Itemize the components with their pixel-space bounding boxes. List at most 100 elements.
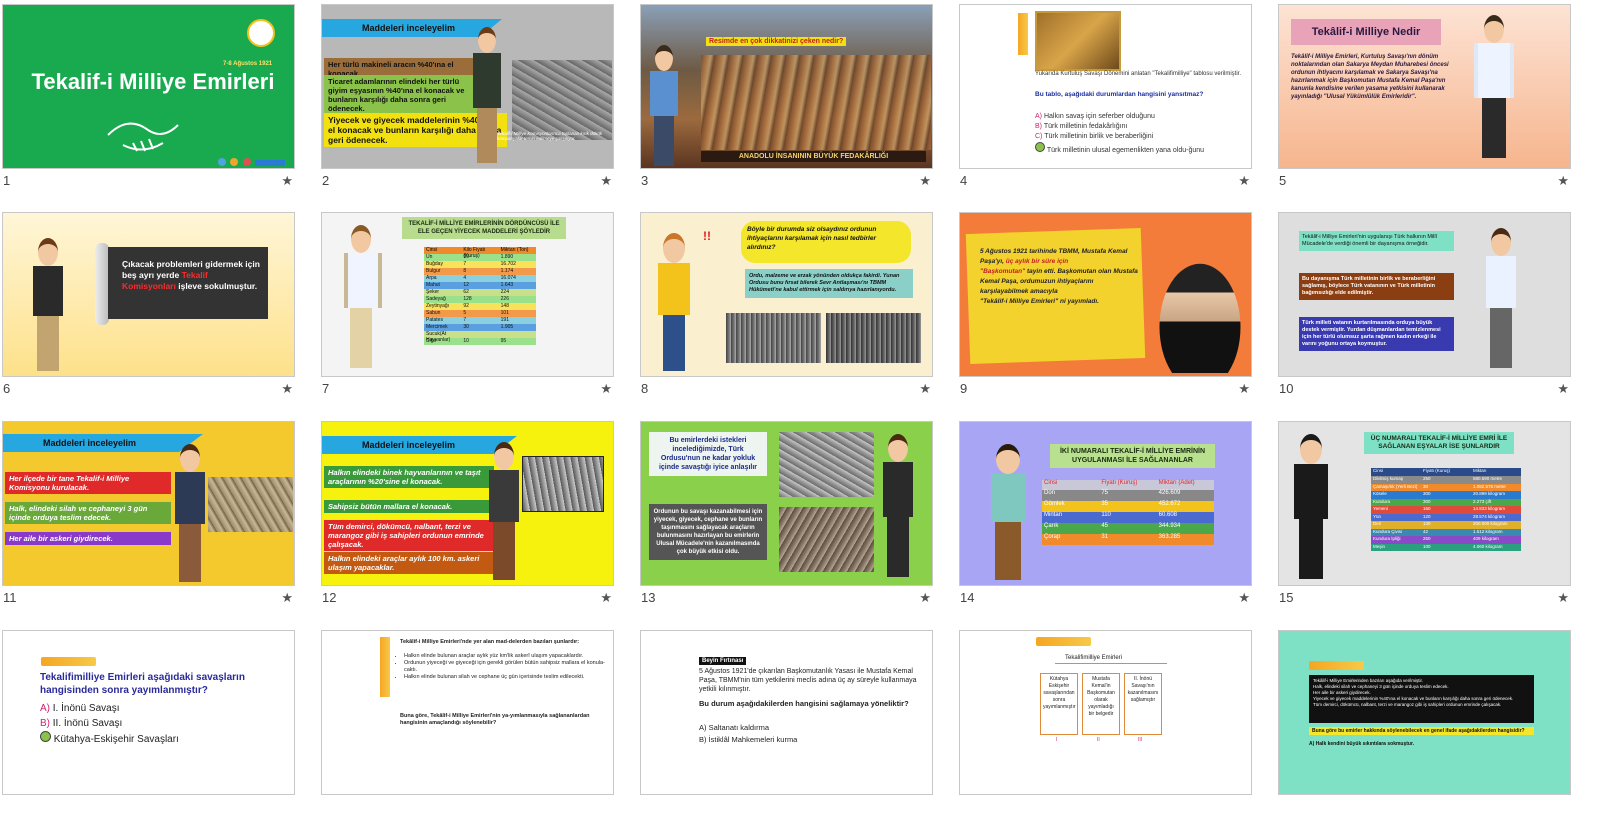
slide-thumbnail-19[interactable]: Tekalifimilliye Emirleri Kütahya Eskişeh… bbox=[959, 630, 1252, 820]
option-a[interactable]: A) Saltanatı kaldırma bbox=[699, 723, 769, 732]
star-icon[interactable]: ★ bbox=[600, 590, 612, 606]
option-c[interactable]: C) Türk milletinin birlik ve beraberliği… bbox=[1035, 132, 1245, 142]
slide-thumbnail-15[interactable]: ÜÇ NUMARALI TEKALİF-İ MİLLİYE EMRİ İLE S… bbox=[1278, 421, 1571, 611]
star-icon[interactable]: ★ bbox=[919, 590, 931, 606]
slide-thumbnail-20[interactable]: Tekâlif-i Milliye Emirlerinden bazıları … bbox=[1278, 630, 1571, 820]
option-d[interactable]: Türk milletinin ulusal egemenlikten yana… bbox=[1035, 142, 1245, 156]
definition-text: Tekâlif-i Milliye Emirleri, Kurtuluş Sav… bbox=[1291, 54, 1449, 100]
slide-canvas[interactable]: Maddeleri inceleyelim Her türlü makineli… bbox=[321, 4, 614, 169]
slide-thumbnail-4[interactable]: Yukarıda Kurtuluş Savaşı Dönemini anlata… bbox=[959, 4, 1252, 194]
rule-line-2: Sahipsiz bütün mallara el konacak. bbox=[324, 500, 494, 513]
slide-thumbnail-3[interactable]: Resimde en çok dikkatinizi çeken nedir? … bbox=[640, 4, 933, 194]
option-c[interactable]: Kütahya-Eskişehir Savaşları bbox=[40, 731, 260, 747]
option-b[interactable]: B) II. İnönü Savaşı bbox=[40, 716, 260, 731]
slide-canvas[interactable]: Tekâlif-i Milliye Emirleri'nde yer alan … bbox=[321, 630, 614, 795]
table-cell: 20.899 kilogram bbox=[1473, 491, 1506, 496]
slide-thumbnail-18[interactable]: Beyin Fırtınası 5 Ağustos 1921'de çıkarı… bbox=[640, 630, 933, 820]
pencil-icon bbox=[1036, 637, 1091, 646]
connector-line bbox=[1055, 663, 1167, 672]
slide-thumbnail-6[interactable]: Çıkacak problemleri gidermek için beş ay… bbox=[2, 212, 295, 402]
slide-canvas[interactable]: 7-8 Ağustos 1921 Tekalif-i Milliye Emirl… bbox=[2, 4, 295, 169]
star-icon[interactable]: ★ bbox=[1238, 173, 1250, 189]
slide-canvas[interactable]: Çıkacak problemleri gidermek için beş ay… bbox=[2, 212, 295, 377]
slide-thumbnail-7[interactable]: TEKALİF-İ MİLLİYE EMİRLERİNİN DÖRDÜNCÜSÜ… bbox=[321, 212, 614, 402]
star-icon[interactable]: ★ bbox=[919, 173, 931, 189]
table-row: Şeker 62 224 bbox=[424, 289, 536, 296]
star-icon[interactable]: ★ bbox=[1557, 381, 1569, 397]
table-row: Kundura 300 2.273 çift bbox=[1371, 498, 1521, 506]
star-icon[interactable]: ★ bbox=[281, 173, 293, 189]
star-icon[interactable]: ★ bbox=[281, 590, 293, 606]
star-icon[interactable]: ★ bbox=[600, 381, 612, 397]
question-text: Tekalifimilliye Emirleri aşağıdaki savaş… bbox=[40, 672, 245, 696]
table-cell: 60.608 bbox=[1158, 512, 1178, 518]
table-cell: 95 bbox=[500, 338, 507, 344]
slide-canvas[interactable]: Maddeleri inceleyelim Halkın elindeki bi… bbox=[321, 421, 614, 586]
option-b[interactable]: B) İstiklâl Mahkemeleri kurma bbox=[699, 735, 797, 744]
slide-canvas[interactable]: Tekâlif-i Milliye Emirlerinden bazıları … bbox=[1278, 630, 1571, 795]
slide-thumbnail-11[interactable]: Maddeleri inceleyelim Her ilçede bir tan… bbox=[2, 421, 295, 611]
option-a[interactable]: A) I. İnönü Savaşı bbox=[40, 701, 260, 716]
info-box-3: Türk milleti vatanın kurtarılmasında ord… bbox=[1299, 317, 1454, 351]
slide-thumbnail-8[interactable]: !! Böyle bir durumda siz olsaydınız ordu… bbox=[640, 212, 933, 402]
slide-thumbnail-17[interactable]: Tekâlif-i Milliye Emirleri'nde yer alan … bbox=[321, 630, 614, 820]
slide-canvas[interactable]: İKİ NUMARALI TEKALİF-İ MİLLİYE EMRİNİN U… bbox=[959, 421, 1252, 586]
option-a[interactable]: A) Halkın savaş için seferber olduğunu bbox=[1035, 112, 1245, 122]
star-icon[interactable]: ★ bbox=[281, 381, 293, 397]
slide-canvas[interactable]: Yukarıda Kurtuluş Savaşı Dönemini anlata… bbox=[959, 4, 1252, 169]
star-icon[interactable]: ★ bbox=[600, 173, 612, 189]
question-text: Bu durum aşağıdakilerden hangisini sağla… bbox=[699, 699, 909, 708]
slide-canvas[interactable]: Tekalifimilliye Emirleri aşağıdaki savaş… bbox=[2, 630, 295, 795]
slide-thumbnail-12[interactable]: Maddeleri inceleyelim Halkın elindeki bi… bbox=[321, 421, 614, 611]
table-cell: 8 bbox=[463, 268, 467, 274]
slide-canvas[interactable]: TEKALİF-İ MİLLİYE EMİRLERİNİN DÖRDÜNCÜSÜ… bbox=[321, 212, 614, 377]
cartoon-man-figure bbox=[1484, 228, 1518, 373]
star-icon[interactable]: ★ bbox=[919, 381, 931, 397]
slide-thumbnail-5[interactable]: Tekâlif-i Milliye Nedir Tekâlif-i Milliy… bbox=[1278, 4, 1571, 194]
table-cell: Sığır bbox=[426, 338, 437, 344]
slide-canvas[interactable]: 5 Ağustos 1921 tarihinde TBMM, Mustafa K… bbox=[959, 212, 1252, 377]
slide-number: 14 bbox=[960, 590, 975, 605]
slide-thumbnail-1[interactable]: 7-8 Ağustos 1921 Tekalif-i Milliye Emirl… bbox=[2, 4, 295, 194]
slide-thumbnail-2[interactable]: Maddeleri inceleyelim Her türlü makineli… bbox=[321, 4, 614, 194]
slide-number: 15 bbox=[1279, 590, 1294, 605]
table-row: Don 75 426.609 bbox=[1042, 490, 1214, 501]
slide-canvas[interactable]: Beyin Fırtınası 5 Ağustos 1921'de çıkarı… bbox=[640, 630, 933, 795]
table-cell: 101 bbox=[500, 310, 509, 316]
option-a[interactable]: A) Halk kendini büyük sıkıntılara sokmuş… bbox=[1309, 741, 1414, 747]
table-row: Sucuk(At Hayvanlar) bbox=[424, 331, 536, 343]
list-item: Tüm demirci, dökümcü, nalbant, terzi ve … bbox=[1313, 702, 1502, 707]
pencil-icon bbox=[1018, 13, 1028, 55]
slide-thumbnail-9[interactable]: 5 Ağustos 1921 tarihinde TBMM, Mustafa K… bbox=[959, 212, 1252, 402]
slide-canvas[interactable]: ÜÇ NUMARALI TEKALİF-İ MİLLİYE EMRİ İLE S… bbox=[1278, 421, 1571, 586]
table-row: Arpa 4 16.074 bbox=[424, 275, 536, 282]
info-box-1: Tekâlif-i Milliye Emirleri'nin uygulanış… bbox=[1299, 231, 1454, 251]
slide-thumbnail-16[interactable]: Tekalifimilliye Emirleri aşağıdaki savaş… bbox=[2, 630, 295, 820]
slide-number: 11 bbox=[3, 590, 17, 605]
star-icon[interactable]: ★ bbox=[1238, 590, 1250, 606]
slide-canvas[interactable]: Tekalifimilliye Emirleri Kütahya Eskişeh… bbox=[959, 630, 1252, 795]
option-b[interactable]: B) Türk milletinin fedakârlığını bbox=[1035, 122, 1245, 132]
slide-canvas[interactable]: Tekâlif-i Milliye Emirleri'nin uygulanış… bbox=[1278, 212, 1571, 377]
answer-options: A) I. İnönü Savaşı B) II. İnönü Savaşı K… bbox=[40, 701, 260, 747]
roman-numeral: III bbox=[1138, 737, 1143, 743]
slide-thumbnail-14[interactable]: İKİ NUMARALI TEKALİF-İ MİLLİYE EMRİNİN U… bbox=[959, 421, 1252, 611]
slide-canvas[interactable]: Maddeleri inceleyelim Her ilçede bir tan… bbox=[2, 421, 295, 586]
table-cell: 5 bbox=[463, 310, 467, 316]
statement-box-1: Kütahya Eskişehir savaşlarından sonra ya… bbox=[1040, 673, 1078, 735]
star-icon[interactable]: ★ bbox=[1238, 381, 1250, 397]
rule-line-2: Halk, elindeki silah ve cephaneyi 3 gün … bbox=[5, 502, 171, 524]
star-icon[interactable]: ★ bbox=[1557, 173, 1569, 189]
slide-canvas[interactable]: !! Böyle bir durumda siz olsaydınız ordu… bbox=[640, 212, 933, 377]
table-cell: 300 bbox=[1423, 498, 1431, 504]
question-intro: Tekâlif-i Milliye Emirleri'nde yer alan … bbox=[400, 639, 580, 645]
slide-thumbnail-10[interactable]: Tekâlif-i Milliye Emirleri'nin uygulanış… bbox=[1278, 212, 1571, 402]
slide-canvas[interactable]: Resimde en çok dikkatinizi çeken nedir? … bbox=[640, 4, 933, 169]
soldiers-photo-1 bbox=[726, 313, 821, 363]
slide-canvas[interactable]: Tekâlif-i Milliye Nedir Tekâlif-i Milliy… bbox=[1278, 4, 1571, 169]
star-icon[interactable]: ★ bbox=[1557, 590, 1569, 606]
table-cell: 580.590 metre bbox=[1473, 476, 1503, 481]
slide-thumbnail-13[interactable]: Bu emirlerdeki istekleri incelediğimizde… bbox=[640, 421, 933, 611]
slide-canvas[interactable]: Bu emirlerdeki istekleri incelediğimizde… bbox=[640, 421, 933, 586]
question-text: Buna göre bu emirler hakkında söylenebil… bbox=[1309, 727, 1534, 735]
